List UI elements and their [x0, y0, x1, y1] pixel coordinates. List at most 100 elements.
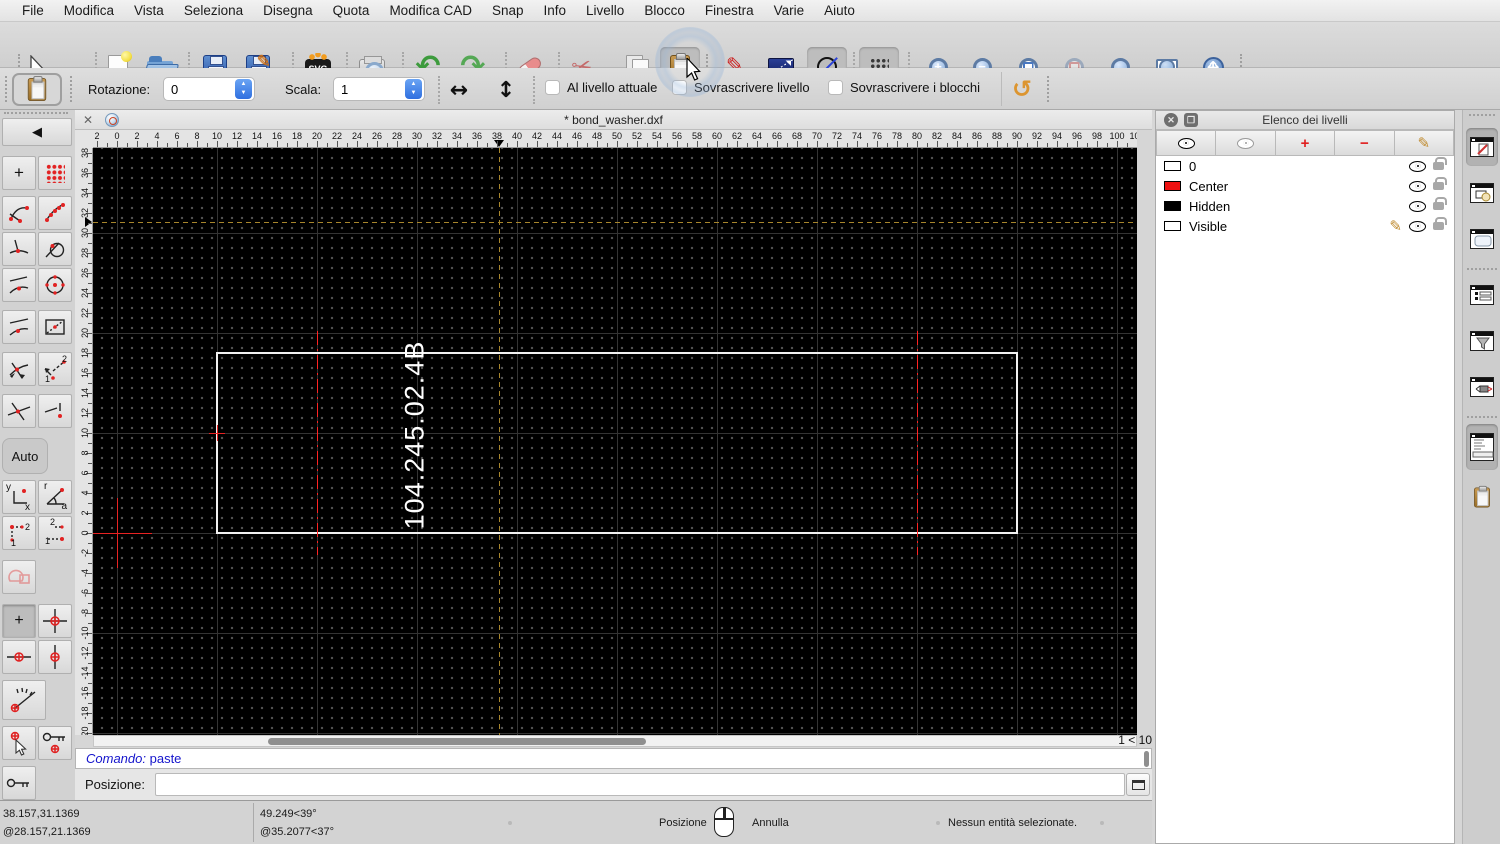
digit-1: 1 [45, 536, 51, 546]
menu-aiuto[interactable]: Aiuto [814, 0, 865, 22]
restrict-vertical-button[interactable] [38, 640, 72, 674]
checkbox-sovrascrivere-i-blocchi[interactable]: Sovrascrivere i blocchi [828, 80, 980, 95]
menu-info[interactable]: Info [534, 0, 577, 22]
coord-cartesian-button[interactable]: y x [2, 480, 36, 514]
layer-lock-toggle[interactable] [1433, 157, 1447, 170]
palette-back-button[interactable]: ◀ [2, 118, 72, 146]
flip-horizontal-button[interactable]: ↔ [442, 76, 476, 104]
menu-file[interactable]: File [12, 0, 54, 22]
snap-free-button[interactable]: + [2, 156, 36, 190]
selection-status: Nessun entità selezionate. [948, 817, 1078, 829]
ruler-label: 0 [114, 131, 120, 141]
flip-vertical-button[interactable]: ↕ [489, 76, 523, 104]
snap-grid-button[interactable] [38, 156, 72, 190]
dock-selection-filter-button[interactable] [1466, 322, 1498, 360]
snap-intersection-manual-button[interactable]: 1 2 [38, 352, 72, 386]
restrict-off-button[interactable]: + [2, 604, 36, 638]
lock-relative-zero-button[interactable] [38, 726, 72, 760]
restrict-horizontal-button[interactable] [2, 640, 36, 674]
layer-row-0[interactable]: 0 [1156, 156, 1454, 176]
reset-rotation-button[interactable]: ↺ [1003, 71, 1041, 107]
lock-position-button[interactable] [2, 766, 36, 800]
command-history[interactable]: Comando: paste [75, 748, 1152, 769]
command-scrollbar-thumb[interactable] [1144, 751, 1149, 767]
layer-lock-toggle[interactable] [1433, 177, 1447, 190]
menu-modifica[interactable]: Modifica [54, 0, 124, 22]
coord-polar-button[interactable]: r a [38, 480, 72, 514]
centerline-left[interactable] [317, 331, 318, 555]
menu-varie[interactable]: Varie [764, 0, 815, 22]
layer-lock-toggle[interactable] [1433, 217, 1447, 230]
rotation-stepper[interactable]: ▲ ▼ [235, 79, 252, 99]
layer-row-center[interactable]: Center [1156, 176, 1454, 196]
vertical-ruler: -20 -18 -16 -14 -12 -10 -8 -6 -4 -2 0 2 4 6 8 10 12 14 16 1… [75, 148, 93, 735]
menu-disegna[interactable]: Disegna [253, 0, 323, 22]
dock-property-editor-button[interactable] [1466, 276, 1498, 314]
layer-visibility-toggle[interactable] [1409, 200, 1426, 212]
angle-measure-button[interactable] [2, 680, 46, 720]
drawing-annotation-text[interactable]: 104.245.02.4B [400, 341, 431, 530]
snap-auto-button[interactable]: Auto [2, 438, 48, 474]
menu-finestra[interactable]: Finestra [695, 0, 764, 22]
edit-layer-button[interactable]: ✎ [1394, 130, 1455, 156]
menu-livello[interactable]: Livello [576, 0, 634, 22]
snap-perpendicular-button[interactable] [2, 232, 36, 266]
dock-block-list-button[interactable] [1466, 174, 1498, 212]
position-input[interactable] [155, 773, 1125, 796]
drawn-rectangle[interactable] [216, 352, 1018, 534]
checkbox-al-livello-attuale[interactable]: Al livello attuale [545, 80, 657, 95]
layer-visibility-toggle[interactable] [1409, 160, 1426, 172]
coord-relative-button[interactable]: 1 2 [2, 516, 36, 550]
menu-seleziona[interactable]: Seleziona [174, 0, 253, 22]
snap-endpoints-button[interactable] [2, 196, 36, 230]
set-relative-zero-button[interactable] [2, 726, 36, 760]
checkbox-box[interactable] [828, 80, 843, 95]
snap-restrict-button[interactable] [38, 394, 72, 428]
ruler-label: -20 [80, 726, 90, 736]
rotation-spinner[interactable]: 0 ▲ ▼ [163, 77, 255, 101]
scrollbar-thumb[interactable] [268, 738, 646, 745]
centerline-right[interactable] [917, 331, 918, 555]
scale-stepper[interactable]: ▲ ▼ [405, 79, 422, 99]
dock-command-trigger-button[interactable] [1466, 368, 1498, 406]
layer-visibility-toggle[interactable] [1409, 180, 1426, 192]
menu-vista[interactable]: Vista [124, 0, 174, 22]
layer-visibility-toggle[interactable] [1409, 220, 1426, 232]
menu-blocco[interactable]: Blocco [634, 0, 695, 22]
ruler-label: 6 [80, 470, 90, 476]
menu-modifica-cad[interactable]: Modifica CAD [379, 0, 482, 22]
snap-center-button[interactable] [38, 268, 72, 302]
drawing-canvas[interactable]: 104.245.02.4B [93, 148, 1137, 735]
coord-relative-polar-button[interactable]: 1 2 [38, 516, 72, 550]
ruler-tick [487, 143, 488, 147]
hide-all-layers-button[interactable] [1216, 130, 1276, 156]
layer-lock-toggle[interactable] [1433, 197, 1447, 210]
snap-reference-button[interactable] [38, 310, 72, 344]
dock-layer-list-button[interactable] [1466, 128, 1498, 166]
paste-clipboard-icon [27, 76, 47, 101]
restrict-both-button[interactable] [38, 604, 72, 638]
palette-drag-handle[interactable] [4, 112, 68, 114]
snap-nearest-button[interactable] [2, 268, 36, 302]
command-panel-toggle-button[interactable] [1126, 773, 1150, 796]
dock-clipboard-button[interactable] [1466, 478, 1498, 516]
snap-cross-button[interactable] [2, 394, 36, 428]
horizontal-scrollbar[interactable] [93, 735, 1137, 747]
restrict-ortho-button[interactable] [2, 560, 36, 594]
scale-spinner[interactable]: 1 ▲ ▼ [333, 77, 425, 101]
snap-on-entity-button[interactable] [38, 196, 72, 230]
checkbox-box[interactable] [545, 80, 560, 95]
menu-snap[interactable]: Snap [482, 0, 534, 22]
layer-row-visible[interactable]: Visible ✎ [1156, 216, 1454, 236]
dock-library-browser-button[interactable] [1466, 220, 1498, 258]
add-layer-button[interactable]: + [1275, 130, 1336, 156]
layer-row-hidden[interactable]: Hidden [1156, 196, 1454, 216]
dock-drag-handle[interactable] [1469, 114, 1495, 116]
show-all-layers-button[interactable] [1156, 130, 1217, 156]
remove-layer-button[interactable]: − [1335, 130, 1395, 156]
snap-intersection-button[interactable] [2, 352, 36, 386]
menu-quota[interactable]: Quota [323, 0, 380, 22]
snap-middle-button[interactable] [2, 310, 36, 344]
dock-command-line-button[interactable] [1466, 424, 1498, 470]
snap-tangent-button[interactable] [38, 232, 72, 266]
